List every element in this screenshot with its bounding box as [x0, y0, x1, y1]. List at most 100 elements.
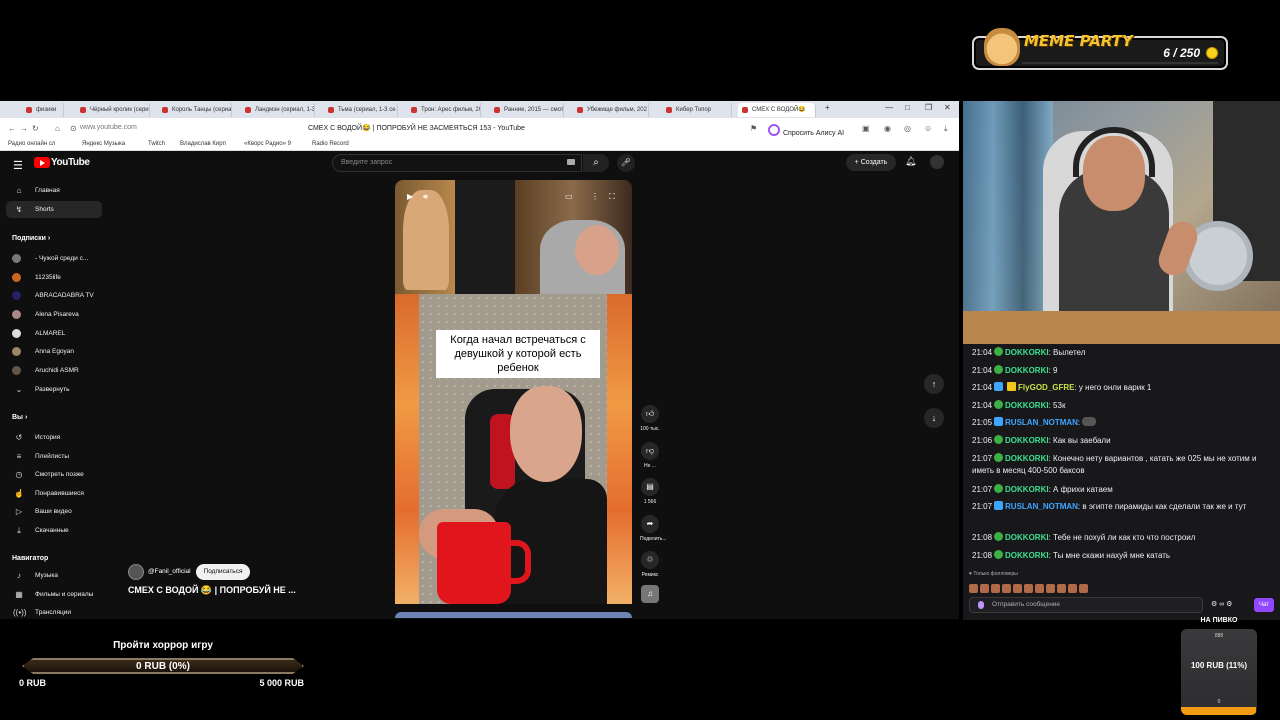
download-icon[interactable]: ⤓: [944, 124, 948, 134]
new-tab-icon[interactable]: +: [825, 103, 830, 112]
bookmark-item[interactable]: Twitch: [148, 141, 165, 147]
channel-name[interactable]: @Fanil_official: [148, 568, 191, 575]
reload-icon[interactable]: ↻: [32, 124, 39, 133]
create-button[interactable]: + Создать: [846, 154, 896, 171]
volume-icon[interactable]: 🔊︎: [423, 192, 428, 202]
chat-username[interactable]: DOKKORKI: [1005, 533, 1049, 542]
captions-icon[interactable]: ▭: [565, 192, 573, 201]
channel-avatar: [12, 291, 21, 300]
minimize-icon[interactable]: —: [885, 103, 893, 112]
sidebar-item-subscription[interactable]: Aruchidi ASMR: [6, 362, 102, 379]
bookmark-item[interactable]: «Кворс Радио» 9: [244, 141, 291, 147]
back-icon[interactable]: ←: [8, 124, 16, 133]
bookmark-item[interactable]: Радио онлайн сл: [8, 141, 55, 147]
subscriptions-heading[interactable]: Подписки ›: [12, 235, 50, 242]
close-icon[interactable]: ✕: [944, 103, 951, 112]
chat-username[interactable]: DOKKORKI: [1005, 401, 1049, 410]
browser-tab[interactable]: Кибер Топор: [662, 103, 732, 117]
sidebar-item-subscription[interactable]: - Чужой среди с...: [6, 250, 102, 267]
chat-username[interactable]: RUSLAN_NOTMAN: [1005, 418, 1078, 427]
share-button[interactable]: ➦ Поделить...: [640, 515, 667, 542]
bookmark-icon[interactable]: ⚑: [750, 124, 757, 133]
url-field[interactable]: www.youtube.com: [80, 124, 137, 131]
next-short-preview[interactable]: [395, 612, 632, 618]
menu-icon[interactable]: ☰: [13, 159, 23, 172]
youtube-logo-icon[interactable]: [34, 157, 50, 168]
profile-icon[interactable]: ☺: [924, 124, 932, 133]
chat-username[interactable]: DOKKORKI: [1005, 348, 1049, 357]
sidebar-item-expand[interactable]: ⌄ Развернуть: [6, 381, 102, 398]
extension-icon[interactable]: ◎: [904, 124, 911, 133]
browser-tab[interactable]: Убежище фильм, 202: [573, 103, 649, 117]
bookmark-item[interactable]: Radio Record: [312, 141, 349, 147]
sidebar-item-shorts[interactable]: ↯ Shorts: [6, 201, 102, 218]
sidebar-item-subscription[interactable]: 11235life: [6, 269, 102, 286]
sound-avatar[interactable]: ♫: [640, 585, 660, 603]
sidebar-item-history[interactable]: ↺ История: [6, 429, 102, 446]
browser-tab[interactable]: Трон: Арес фильм, 20: [407, 103, 481, 117]
forward-icon[interactable]: →: [20, 124, 28, 133]
prev-short-button[interactable]: ↑: [924, 374, 944, 394]
chat-username[interactable]: DOKKORKI: [1005, 551, 1049, 560]
extension-icon[interactable]: ◉: [884, 124, 891, 133]
fullscreen-icon[interactable]: ⛶: [609, 192, 615, 202]
sidebar-item-playlists[interactable]: ≡ Плейлисты: [6, 448, 102, 465]
chat-username[interactable]: FlyGOD_GFRE: [1018, 383, 1074, 392]
maximize-icon[interactable]: ❐: [925, 103, 932, 112]
sidebar-item-home[interactable]: ⌂ Главная: [6, 182, 102, 199]
chat-settings-icons[interactable]: ⚙ ∞ ⚙: [1211, 600, 1232, 608]
short-video-top-panel[interactable]: ▶ 🔊︎ ▭ ⋮ ⛶: [395, 180, 632, 294]
sidebar-item-live[interactable]: ((•)) Трансляции: [6, 604, 102, 619]
short-video-main[interactable]: Когда начал встречаться с девушкой у кот…: [395, 294, 632, 604]
home-icon[interactable]: ⌂: [55, 124, 60, 133]
chat-username[interactable]: DOKKORKI: [1005, 485, 1049, 494]
chat-username[interactable]: RUSLAN_NOTMAN: [1005, 502, 1078, 511]
sidebar-item-movies[interactable]: ▦ Фильмы и сериалы: [6, 586, 102, 603]
sidebar-item-subscription[interactable]: ABRACADABRA TV: [6, 287, 102, 304]
play-icon[interactable]: ▶: [407, 192, 413, 201]
chat-username[interactable]: DOKKORKI: [1005, 366, 1049, 375]
channel-avatar[interactable]: [128, 564, 144, 580]
chat-send-button[interactable]: Чат: [1254, 598, 1274, 612]
browser-tab[interactable]: физики: [22, 103, 64, 117]
subscribe-button[interactable]: Подписаться: [196, 564, 250, 580]
sidebar-item-music[interactable]: ♪ Музыка: [6, 567, 102, 584]
sidebar-item-subscription[interactable]: Anna Egoyan: [6, 343, 102, 360]
you-heading[interactable]: Вы ›: [12, 414, 27, 421]
remix-button[interactable]: ♲ Ремикс: [640, 551, 660, 578]
browser-tab-active[interactable]: СМЕХ С ВОДОЙ😂: [738, 103, 816, 117]
sidebar-item-subscription[interactable]: Alena Pisareva: [6, 306, 102, 323]
chat-input[interactable]: Отправить сообщение: [969, 597, 1203, 613]
bell-icon[interactable]: 🔔︎: [905, 156, 916, 167]
emote-bar[interactable]: [969, 580, 1099, 593]
chat-username[interactable]: DOKKORKI: [1005, 436, 1049, 445]
bookmark-item[interactable]: Яндекс Музыка: [82, 141, 125, 147]
search-input[interactable]: Введите запрос: [332, 154, 582, 172]
browser-tab[interactable]: Чёрный кролик (сери: [76, 103, 150, 117]
sidebar-item-your-videos[interactable]: ▷ Ваши видео: [6, 503, 102, 520]
video-title[interactable]: СМЕХ С ВОДОЙ 😂 | ПОПРОБУЙ НЕ ...: [128, 585, 296, 596]
chat-username[interactable]: DOKKORKI: [1005, 454, 1049, 463]
browser-tab[interactable]: Ранние, 2015 — смотр: [490, 103, 564, 117]
mic-icon[interactable]: 🎤︎: [617, 154, 635, 172]
sidebar-item-watch-later[interactable]: ◷ Смотреть позже: [6, 466, 102, 483]
like-button[interactable]: 👍︎ 100 тыс.: [640, 405, 660, 432]
alice-button[interactable]: Спросить Алису AI: [768, 124, 844, 137]
extension-icon[interactable]: ▣: [862, 124, 870, 133]
dislike-button[interactable]: 👎︎ Не ...: [640, 442, 660, 469]
comments-button[interactable]: ▤ 1 566: [640, 478, 660, 505]
keyboard-icon[interactable]: [567, 159, 575, 165]
browser-tab[interactable]: Тьма (сериал, 1-3 се: [324, 103, 398, 117]
sidebar-item-downloads[interactable]: ⤓ Скачанные: [6, 522, 102, 539]
bookmark-item[interactable]: Владислав Кирп: [180, 141, 226, 147]
youtube-logo-text[interactable]: YouTube: [51, 157, 90, 168]
sidebar-item-liked[interactable]: ☝ Понравившиеся: [6, 485, 102, 502]
browser-tab[interactable]: Ландмэн (сериал, 1-3: [241, 103, 315, 117]
avatar[interactable]: [930, 155, 944, 169]
sidebar-item-subscription[interactable]: ALMAREL: [6, 325, 102, 342]
search-button[interactable]: ⌕: [583, 154, 609, 172]
browser-tab[interactable]: Король Танцы (сериа: [158, 103, 232, 117]
more-icon[interactable]: ⋮: [591, 192, 599, 201]
next-short-button[interactable]: ↓: [924, 408, 944, 428]
restore-icon[interactable]: □: [905, 103, 910, 112]
